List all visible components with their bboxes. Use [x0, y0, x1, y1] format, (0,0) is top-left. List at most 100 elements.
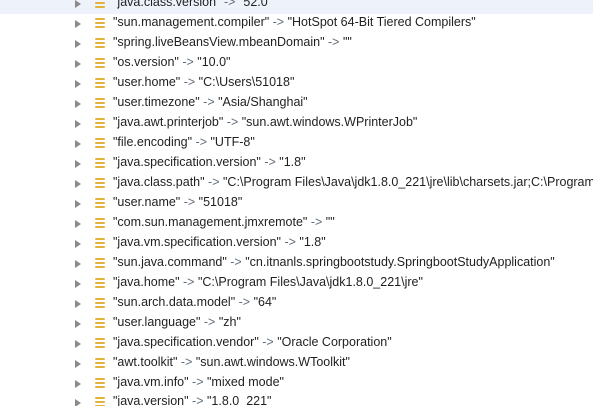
tree-row[interactable]: "java.class.path" -> "C:\Program Files\J…	[0, 174, 593, 194]
tree-row[interactable]: "user.home" -> "C:\Users\51018"	[0, 74, 593, 94]
entry-value: "zh"	[218, 315, 241, 329]
entry-label: "java.class.version" -> "52.0"	[113, 0, 272, 9]
entry-label: "java.home" -> "C:\Program Files\Java\jd…	[113, 275, 423, 289]
expand-arrow-icon[interactable]	[75, 60, 81, 68]
map-entry-icon	[95, 197, 105, 209]
map-entry-icon	[95, 377, 105, 389]
map-entry-icon	[95, 77, 105, 89]
tree-row[interactable]: "java.version" -> "1.8.0_221"	[0, 393, 593, 406]
entry-value: "1.8"	[299, 235, 326, 249]
entry-value: "1.8.0_221"	[207, 394, 272, 406]
entry-separator: ->	[226, 255, 246, 269]
tree-row[interactable]: "sun.management.compiler" -> "HotSpot 64…	[0, 14, 593, 34]
entry-value: "51018"	[198, 195, 243, 209]
entry-label: "user.home" -> "C:\Users\51018"	[113, 75, 294, 89]
tree-row[interactable]: "sun.java.command" -> "cn.itnanls.spring…	[0, 254, 593, 274]
tree-row[interactable]: "java.vm.info" -> "mixed mode"	[0, 374, 593, 394]
tree-row[interactable]: "user.language" -> "zh"	[0, 314, 593, 334]
expand-arrow-icon[interactable]	[75, 360, 81, 368]
entry-key: "java.specification.version"	[113, 155, 261, 169]
entry-label: "user.name" -> "51018"	[113, 195, 242, 209]
entry-label: "java.class.path" -> "C:\Program Files\J…	[113, 175, 593, 189]
expand-arrow-icon[interactable]	[75, 0, 81, 8]
map-entry-icon	[95, 17, 105, 29]
entry-value: "10.0"	[197, 55, 231, 69]
entry-key: "java.home"	[113, 275, 180, 289]
entry-label: "java.vm.specification.version" -> "1.8"	[113, 235, 326, 249]
entry-key: "user.name"	[113, 195, 181, 209]
tree-row[interactable]: "com.sun.management.jmxremote" -> ""	[0, 214, 593, 234]
expand-arrow-icon[interactable]	[75, 280, 81, 288]
entry-value: ""	[325, 215, 335, 229]
entry-value: "Oracle Corporation"	[277, 335, 392, 349]
expand-arrow-icon[interactable]	[75, 200, 81, 208]
expand-arrow-icon[interactable]	[75, 100, 81, 108]
expand-arrow-icon[interactable]	[75, 340, 81, 348]
map-entry-icon	[95, 97, 105, 109]
tree-row[interactable]: "sun.arch.data.model" -> "64"	[0, 294, 593, 314]
map-entry-icon	[95, 317, 105, 329]
entry-key: "user.timezone"	[113, 95, 200, 109]
entry-key: "java.vm.specification.version"	[113, 235, 281, 249]
entry-label: "os.version" -> "10.0"	[113, 55, 230, 69]
map-entry-icon	[95, 157, 105, 169]
map-entry-icon	[95, 137, 105, 149]
expand-arrow-icon[interactable]	[75, 140, 81, 148]
entry-value: "Asia/Shanghai"	[218, 95, 308, 109]
expand-arrow-icon[interactable]	[75, 80, 81, 88]
tree-row[interactable]: "user.name" -> "51018"	[0, 194, 593, 214]
entry-separator: ->	[307, 215, 326, 229]
expand-arrow-icon[interactable]	[75, 40, 81, 48]
map-entry-icon	[95, 177, 105, 189]
entry-label: "java.awt.printerjob" -> "sun.awt.window…	[113, 115, 417, 129]
entry-value: "cn.itnanls.springbootstudy.SpringbootSt…	[245, 255, 555, 269]
map-entry-icon	[95, 357, 105, 369]
tree-row[interactable]: "java.specification.vendor" -> "Oracle C…	[0, 334, 593, 354]
map-entry-icon	[95, 0, 105, 9]
expand-arrow-icon[interactable]	[75, 120, 81, 128]
entry-separator: ->	[235, 295, 254, 309]
tree-row[interactable]: "user.timezone" -> "Asia/Shanghai"	[0, 94, 593, 114]
entry-key: "os.version"	[113, 55, 179, 69]
entry-value: "sun.awt.windows.WToolkit"	[195, 355, 350, 369]
entry-value: "HotSpot 64-Bit Tiered Compilers"	[287, 15, 476, 29]
tree-row[interactable]: "awt.toolkit" -> "sun.awt.windows.WToolk…	[0, 354, 593, 374]
entry-separator: ->	[200, 315, 219, 329]
tree-row[interactable]: "spring.liveBeansView.mbeanDomain" -> ""	[0, 34, 593, 54]
tree-row[interactable]: "java.vm.specification.version" -> "1.8"	[0, 234, 593, 254]
map-entry-icon	[95, 337, 105, 349]
tree-row[interactable]: "java.awt.printerjob" -> "sun.awt.window…	[0, 114, 593, 134]
entry-label: "user.language" -> "zh"	[113, 315, 241, 329]
entry-key: "com.sun.management.jmxremote"	[113, 215, 308, 229]
entry-key: "file.encoding"	[113, 135, 193, 149]
expand-arrow-icon[interactable]	[75, 300, 81, 308]
entry-separator: ->	[199, 95, 219, 109]
entry-key: "awt.toolkit"	[113, 355, 178, 369]
entry-value: "mixed mode"	[207, 375, 284, 389]
tree-row[interactable]: "file.encoding" -> "UTF-8"	[0, 134, 593, 154]
tree-row[interactable]: "java.specification.version" -> "1.8"	[0, 154, 593, 174]
expand-arrow-icon[interactable]	[75, 220, 81, 228]
entry-value: "sun.awt.windows.WPrinterJob"	[241, 115, 418, 129]
entry-separator: ->	[204, 175, 223, 189]
tree-row[interactable]: "os.version" -> "10.0"	[0, 54, 593, 74]
expand-arrow-icon[interactable]	[75, 20, 81, 28]
map-entry-icon	[95, 57, 105, 69]
expand-arrow-icon[interactable]	[75, 180, 81, 188]
entry-value: "64"	[253, 295, 277, 309]
entry-key: "java.version"	[113, 394, 189, 406]
expand-arrow-icon[interactable]	[75, 160, 81, 168]
expand-arrow-icon[interactable]	[75, 240, 81, 248]
tree-row[interactable]: "java.home" -> "C:\Program Files\Java\jd…	[0, 274, 593, 294]
expand-arrow-icon[interactable]	[75, 380, 81, 388]
entry-label: "java.specification.version" -> "1.8"	[113, 155, 306, 169]
entry-key: "user.language"	[113, 315, 201, 329]
entry-label: "awt.toolkit" -> "sun.awt.windows.WToolk…	[113, 355, 350, 369]
expand-arrow-icon[interactable]	[75, 320, 81, 328]
map-entry-icon	[95, 37, 105, 49]
entry-separator: ->	[180, 195, 199, 209]
variables-tree: "java.class.version" -> "52.0" "sun.mana…	[0, 0, 593, 406]
tree-row[interactable]: "java.class.version" -> "52.0"	[0, 0, 593, 14]
expand-arrow-icon[interactable]	[75, 399, 81, 406]
expand-arrow-icon[interactable]	[75, 260, 81, 268]
